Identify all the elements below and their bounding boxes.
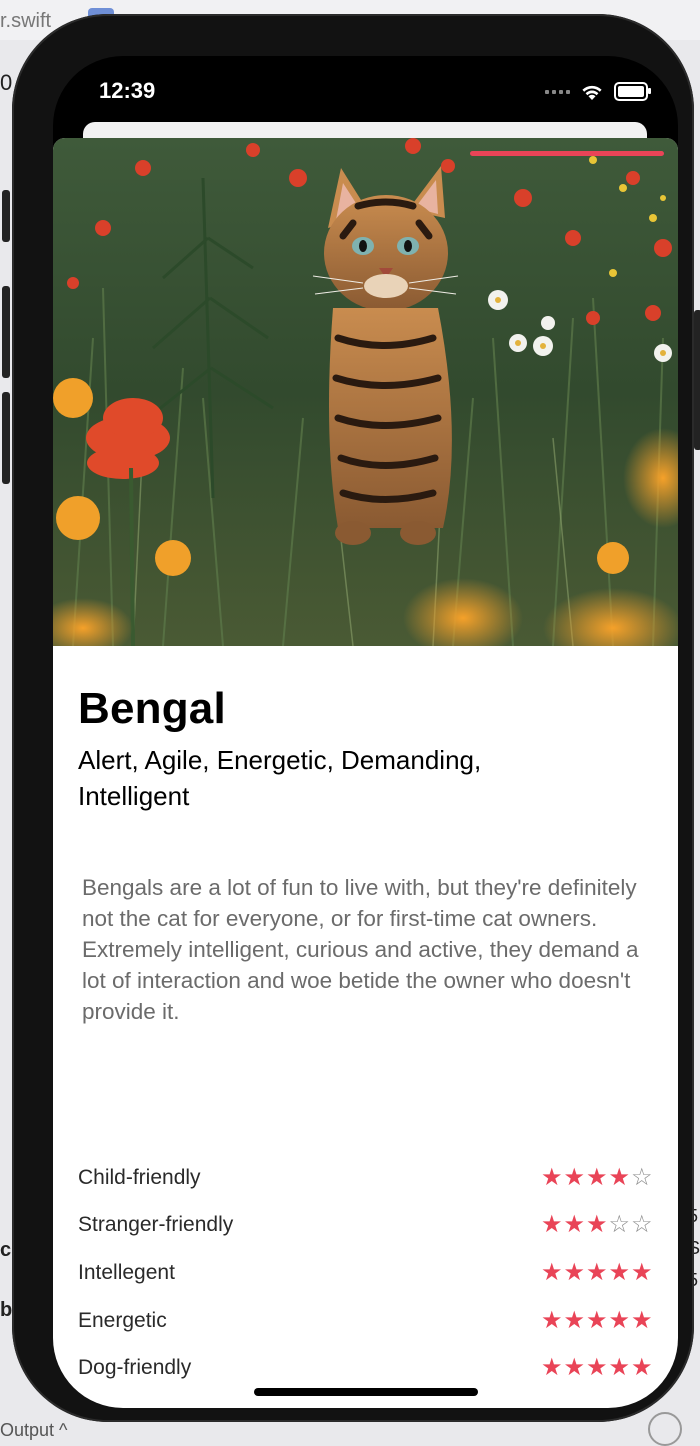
host-left-marks: cb bbox=[0, 1239, 13, 1321]
rating-label: Dog-friendly bbox=[78, 1356, 192, 1380]
ratings-list: Child-friendly ★ ★ ★ ★ ☆ Stranger-friendly ★… bbox=[78, 1154, 653, 1392]
star-filled-icon: ★ bbox=[585, 1258, 608, 1286]
star-filled-icon: ★ bbox=[540, 1354, 563, 1382]
star-filled-icon: ★ bbox=[563, 1211, 585, 1239]
star-filled-icon: ★ bbox=[630, 1354, 653, 1382]
rating-label: Intellegent bbox=[78, 1260, 175, 1284]
host-filter-icon[interactable] bbox=[648, 1412, 682, 1446]
star-filled-icon: ★ bbox=[585, 1306, 608, 1334]
breed-detail-card[interactable]: Bengal Alert, Agile, Energetic, Demandin… bbox=[53, 138, 678, 1408]
rating-label: Stranger-friendly bbox=[78, 1213, 234, 1237]
breed-temperament: Alert, Agile, Energetic, Demanding, Inte… bbox=[78, 745, 482, 811]
rating-row-child-friendly: Child-friendly ★ ★ ★ ★ ☆ bbox=[78, 1154, 653, 1202]
star-empty-icon: ☆ bbox=[630, 1163, 653, 1191]
host-output-label[interactable]: Output ^ bbox=[0, 1420, 67, 1441]
breed-name: Bengal bbox=[78, 684, 226, 733]
photo-progress-bar bbox=[470, 151, 664, 156]
star-filled-icon: ★ bbox=[608, 1258, 630, 1286]
star-filled-icon: ★ bbox=[540, 1211, 563, 1239]
star-filled-icon: ★ bbox=[630, 1258, 653, 1286]
breed-description: Bengals are a lot of fun to live with, b… bbox=[82, 875, 639, 1024]
star-filled-icon: ★ bbox=[608, 1163, 630, 1191]
breed-photo bbox=[53, 138, 678, 646]
home-indicator[interactable] bbox=[254, 1388, 478, 1396]
star-empty-icon: ☆ bbox=[608, 1211, 630, 1239]
star-rating: ★ ★ ★ ★ ★ bbox=[540, 1306, 654, 1334]
volume-down-button bbox=[2, 392, 10, 484]
star-rating: ★ ★ ★ ★ ★ bbox=[540, 1258, 654, 1286]
rating-label: Energetic bbox=[78, 1308, 167, 1332]
star-filled-icon: ★ bbox=[585, 1211, 608, 1239]
star-filled-icon: ★ bbox=[630, 1306, 653, 1334]
star-filled-icon: ★ bbox=[540, 1306, 563, 1334]
star-filled-icon: ★ bbox=[585, 1354, 608, 1382]
star-filled-icon: ★ bbox=[540, 1163, 563, 1191]
star-filled-icon: ★ bbox=[585, 1163, 608, 1191]
volume-up-button bbox=[2, 286, 10, 378]
rating-label: Child-friendly bbox=[78, 1165, 201, 1189]
star-filled-icon: ★ bbox=[608, 1306, 630, 1334]
mute-switch bbox=[2, 190, 10, 242]
battery-icon bbox=[614, 82, 651, 101]
star-rating: ★ ★ ★ ★ ★ bbox=[541, 1356, 654, 1380]
star-empty-icon: ☆ bbox=[630, 1211, 653, 1239]
star-filled-icon: ★ bbox=[563, 1354, 585, 1382]
power-button bbox=[694, 310, 700, 450]
phone-frame: 12:39 Bengal Alert, Agile, Energetic, De… bbox=[2, 14, 700, 1422]
star-filled-icon: ★ bbox=[563, 1258, 585, 1286]
rating-row-intelligent: Intellegent ★ ★ ★ ★ ★ bbox=[78, 1249, 653, 1297]
star-filled-icon: ★ bbox=[540, 1258, 563, 1286]
status-icons bbox=[545, 82, 651, 101]
host-file-tab[interactable]: r.swift bbox=[0, 10, 51, 33]
star-filled-icon: ★ bbox=[608, 1354, 630, 1382]
notch bbox=[191, 56, 541, 106]
device-screen: 12:39 Bengal Alert, Agile, Energetic, De… bbox=[53, 56, 678, 1408]
rating-row-stranger-friendly: Stranger-friendly ★ ★ ★ ☆ ☆ bbox=[78, 1202, 653, 1250]
bengal-cat-in-meadow-image bbox=[53, 138, 678, 646]
star-rating: ★ ★ ★ ☆ ☆ bbox=[541, 1213, 654, 1237]
star-rating: ★ ★ ★ ★ ☆ bbox=[540, 1163, 654, 1191]
host-line-number: 0 bbox=[0, 70, 13, 95]
status-time: 12:39 bbox=[99, 78, 156, 103]
wifi-icon bbox=[582, 85, 602, 100]
cellular-signal-icon bbox=[545, 89, 570, 94]
rating-row-dog-friendly: Dog-friendly ★ ★ ★ ★ ★ bbox=[78, 1344, 653, 1392]
rating-row-energetic: Energetic ★ ★ ★ ★ ★ bbox=[78, 1297, 653, 1345]
star-filled-icon: ★ bbox=[563, 1306, 585, 1334]
star-filled-icon: ★ bbox=[563, 1163, 585, 1191]
